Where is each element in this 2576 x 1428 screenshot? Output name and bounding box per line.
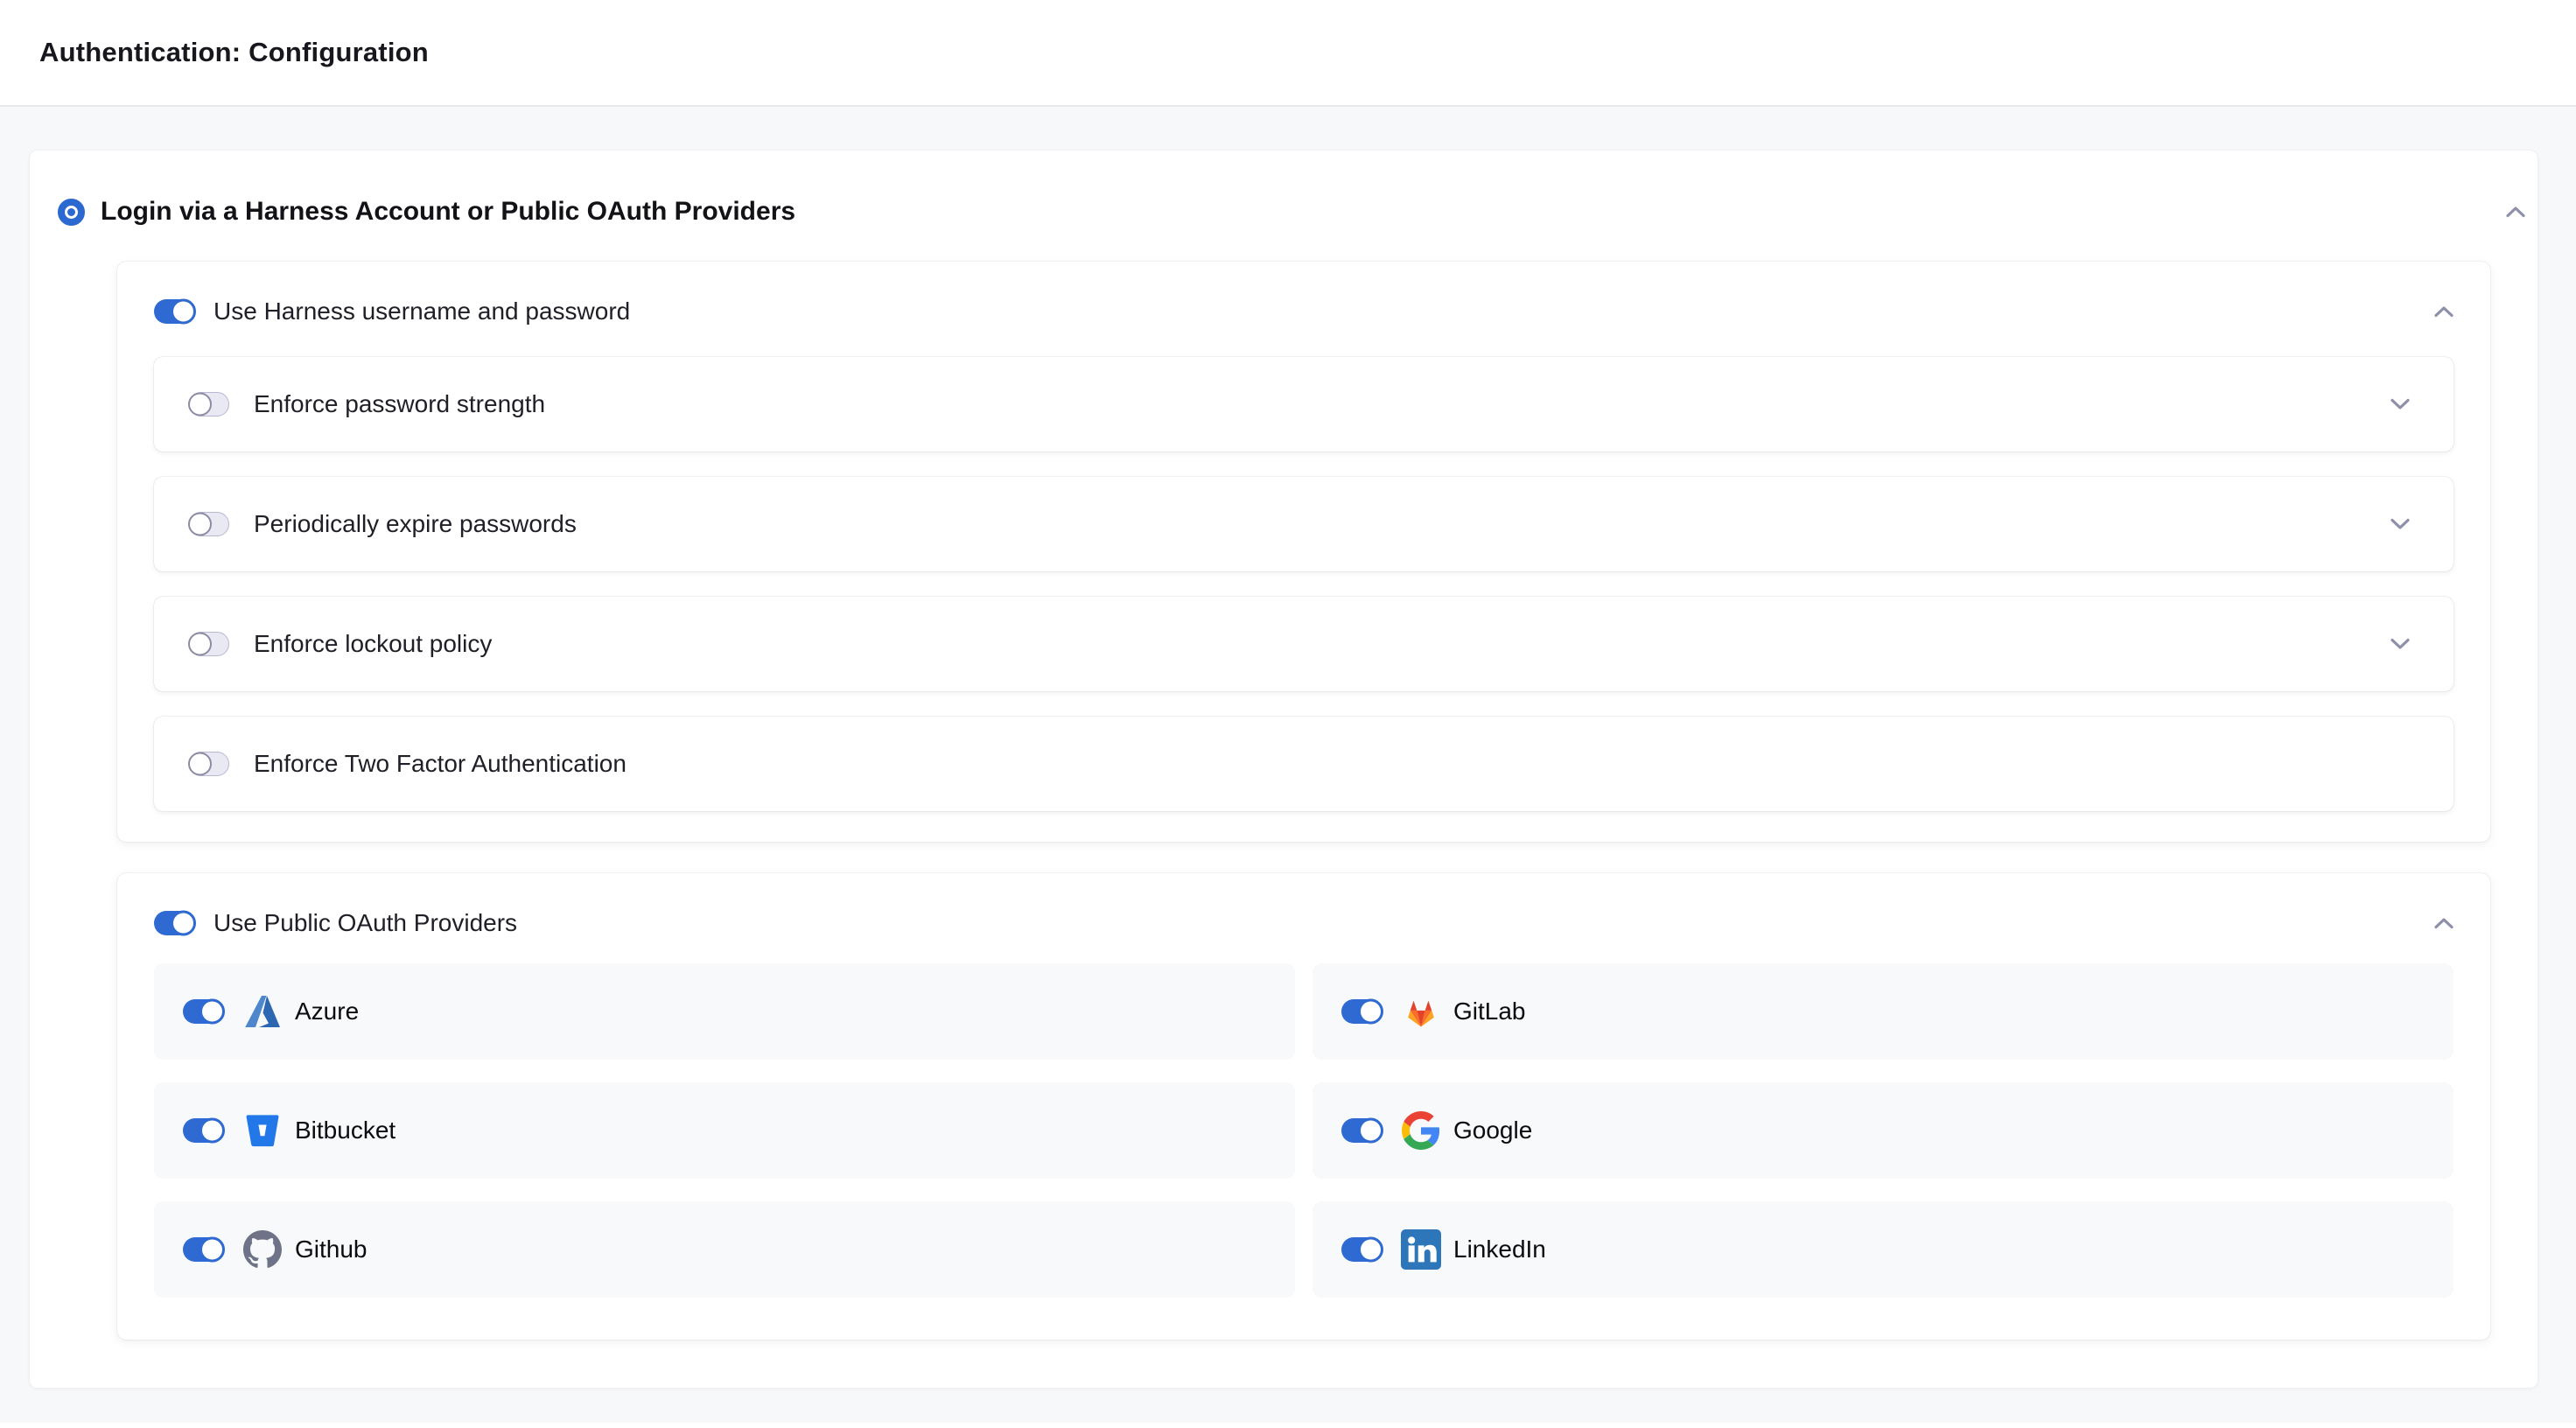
bitbucket-icon — [242, 1110, 283, 1151]
provider-row-github: Github — [154, 1201, 1295, 1298]
provider-row-google: Google — [1312, 1082, 2454, 1179]
expire-passwords-toggle[interactable] — [189, 512, 229, 536]
provider-label: Google — [1453, 1116, 1532, 1144]
oauth-providers-header: Use Public OAuth Providers — [154, 900, 2454, 947]
linkedin-toggle[interactable] — [1341, 1237, 1382, 1262]
section-label: Login via a Harness Account or Public OA… — [101, 197, 795, 227]
policy-row-two-factor: Enforce Two Factor Authentication — [154, 717, 2454, 811]
username-password-card: Use Harness username and password Enforc… — [117, 262, 2490, 842]
linkedin-icon — [1401, 1229, 1441, 1270]
lockout-policy-toggle[interactable] — [189, 632, 229, 656]
provider-row-azure: Azure — [154, 963, 1295, 1060]
gitlab-icon — [1401, 991, 1441, 1032]
policy-row-expire-passwords: Periodically expire passwords — [154, 477, 2454, 571]
username-password-toggle[interactable] — [154, 299, 194, 324]
bitbucket-toggle[interactable] — [183, 1118, 223, 1143]
provider-label: LinkedIn — [1453, 1236, 1546, 1264]
chevron-up-icon[interactable] — [2434, 917, 2454, 929]
google-toggle[interactable] — [1341, 1118, 1382, 1143]
password-strength-toggle[interactable] — [189, 392, 229, 416]
policy-label: Enforce password strength — [254, 390, 545, 418]
azure-icon — [242, 991, 283, 1032]
provider-label: Bitbucket — [295, 1116, 396, 1144]
section-header-login-via-harness: Login via a Harness Account or Public OA… — [58, 192, 2525, 231]
google-icon — [1401, 1110, 1441, 1151]
username-password-header: Use Harness username and password — [154, 288, 2454, 335]
provider-grid: Azure — [154, 963, 2454, 1298]
oauth-providers-card: Use Public OAuth Providers — [117, 873, 2490, 1340]
provider-label: GitLab — [1453, 998, 1526, 1026]
auth-mechanism-card: Login via a Harness Account or Public OA… — [29, 150, 2538, 1389]
github-icon — [242, 1229, 283, 1270]
two-factor-toggle[interactable] — [189, 752, 229, 776]
github-toggle[interactable] — [183, 1237, 223, 1262]
chevron-down-icon[interactable] — [2390, 518, 2410, 530]
chevron-down-icon[interactable] — [2390, 398, 2410, 410]
gitlab-toggle[interactable] — [1341, 999, 1382, 1024]
provider-row-bitbucket: Bitbucket — [154, 1082, 1295, 1179]
chevron-up-icon[interactable] — [2506, 206, 2525, 218]
chevron-down-icon[interactable] — [2390, 638, 2410, 650]
app-header: Authentication: Configuration — [0, 0, 2576, 107]
username-password-label: Use Harness username and password — [214, 298, 630, 326]
oauth-providers-toggle[interactable] — [154, 911, 194, 935]
page-title: Authentication: Configuration — [39, 37, 429, 68]
chevron-up-icon[interactable] — [2434, 305, 2454, 318]
policy-label: Enforce lockout policy — [254, 630, 492, 658]
provider-label: Azure — [295, 998, 359, 1026]
section-content: Use Harness username and password Enforc… — [117, 262, 2490, 1340]
provider-row-linkedin: LinkedIn — [1312, 1201, 2454, 1298]
policy-row-password-strength: Enforce password strength — [154, 357, 2454, 452]
password-policy-list: Enforce password strength Periodically e… — [154, 357, 2454, 811]
page-body: Login via a Harness Account or Public OA… — [0, 107, 2576, 1423]
policy-label: Enforce Two Factor Authentication — [254, 750, 626, 778]
provider-row-gitlab: GitLab — [1312, 963, 2454, 1060]
policy-label: Periodically expire passwords — [254, 510, 577, 538]
radio-login-via-harness[interactable] — [58, 199, 85, 226]
oauth-providers-label: Use Public OAuth Providers — [214, 909, 517, 937]
azure-toggle[interactable] — [183, 999, 223, 1024]
policy-row-lockout-policy: Enforce lockout policy — [154, 597, 2454, 691]
provider-label: Github — [295, 1236, 368, 1264]
